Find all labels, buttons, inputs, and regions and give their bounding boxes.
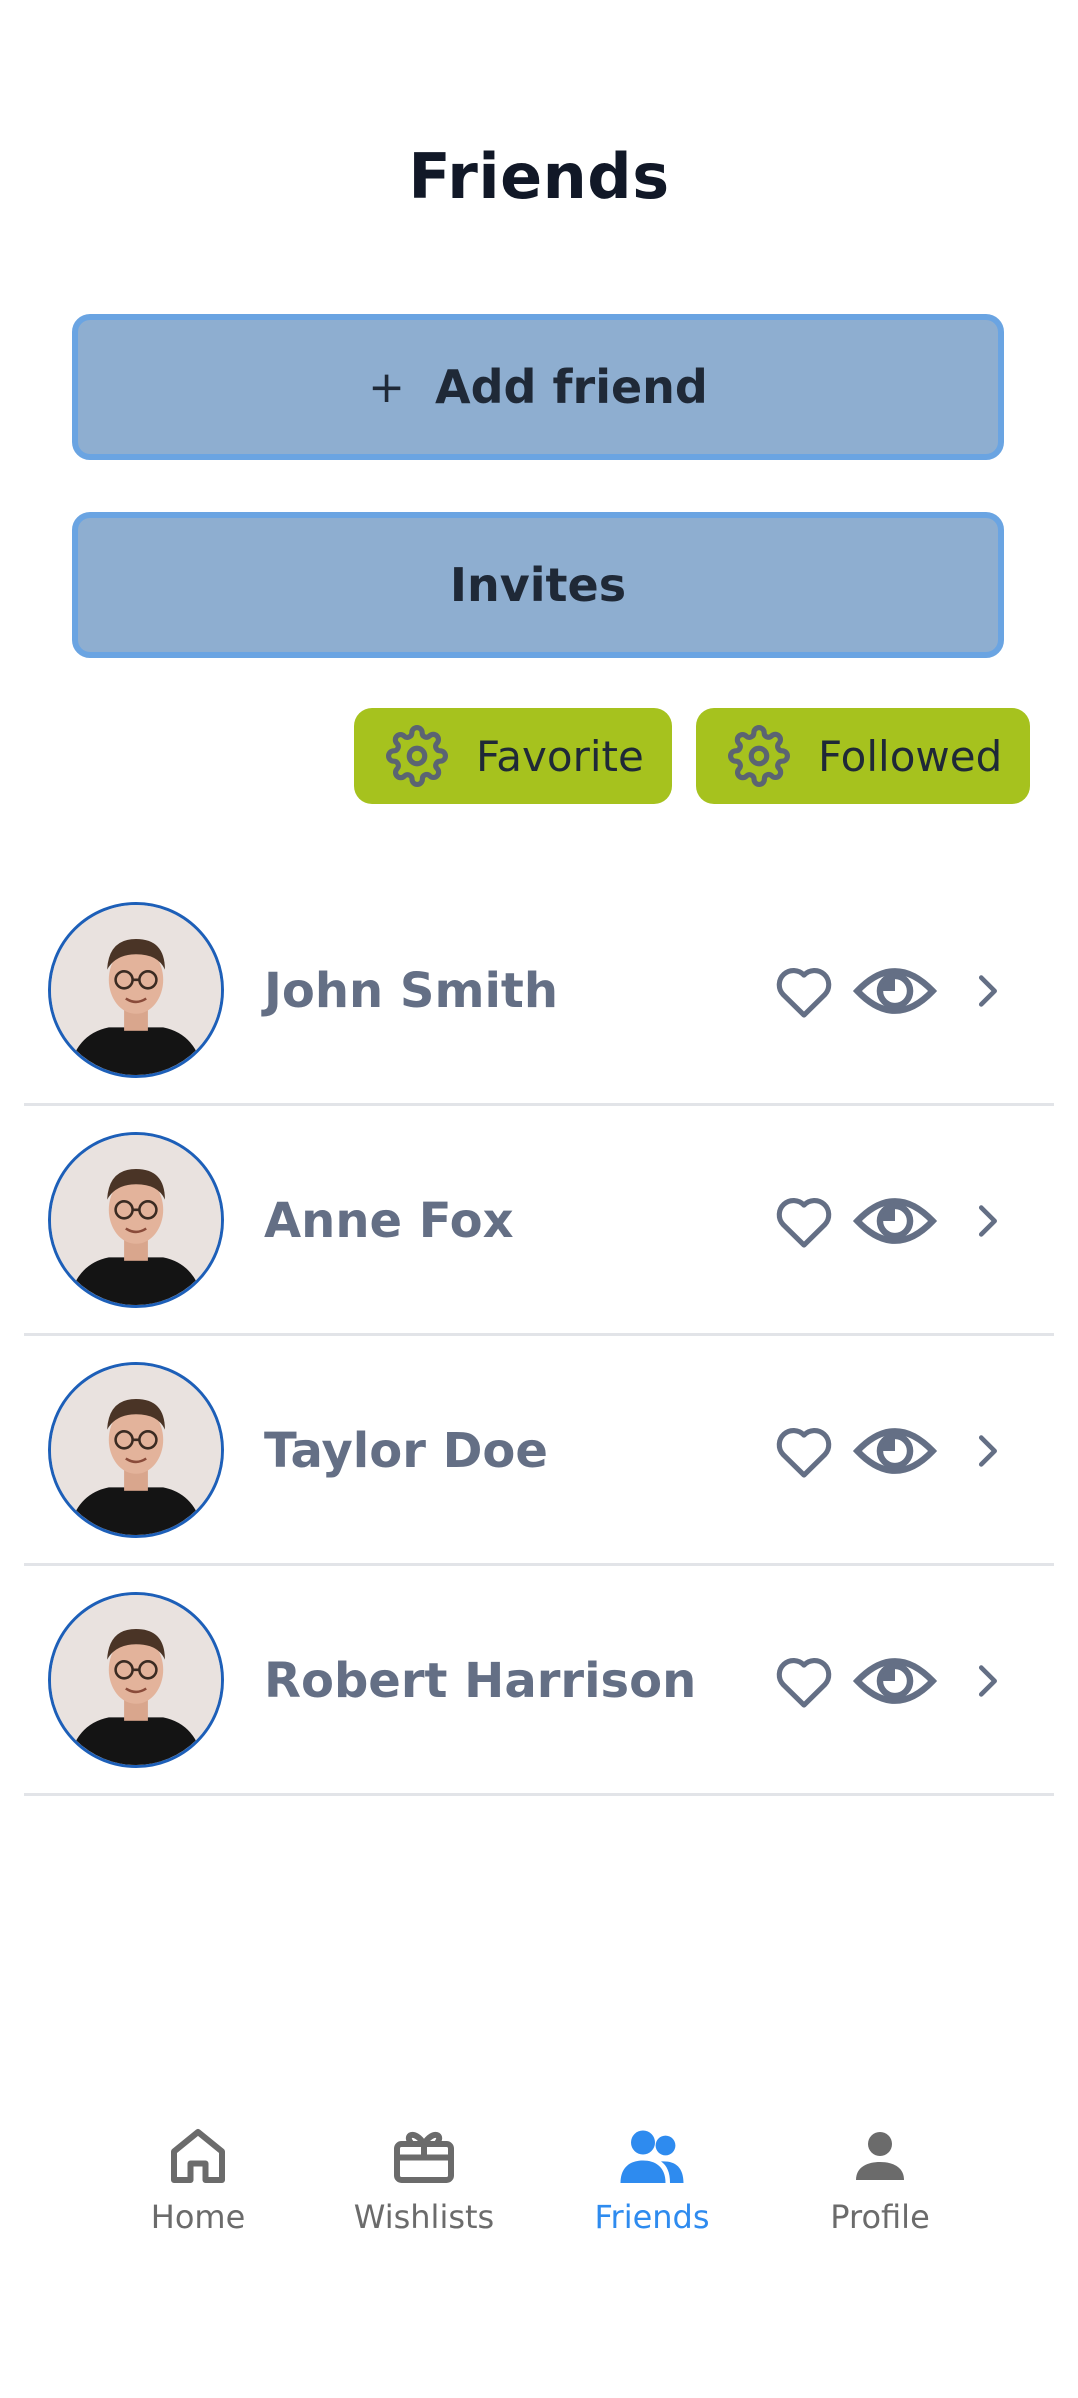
heart-icon[interactable] [770, 1187, 838, 1255]
friends-icon [620, 2130, 684, 2183]
home-icon [171, 2129, 225, 2183]
nav-label: Friends [594, 2198, 710, 2236]
invites-button[interactable]: Invites [72, 512, 1004, 658]
gear-icon [728, 725, 790, 787]
chevron-right-icon[interactable] [964, 1658, 1010, 1704]
nav-home[interactable]: Home [98, 2120, 298, 2236]
friend-list: John Smith Anne Fox Taylor Doe Robert Ha… [24, 876, 1054, 1796]
eye-icon[interactable] [852, 1638, 938, 1724]
avatar [48, 902, 224, 1078]
nav-label: Wishlists [353, 2198, 495, 2236]
avatar [48, 1592, 224, 1768]
avatar [48, 1362, 224, 1538]
row-actions [770, 1106, 1010, 1336]
eye-icon[interactable] [852, 948, 938, 1034]
chevron-right-icon[interactable] [964, 968, 1010, 1014]
eye-icon[interactable] [852, 1178, 938, 1264]
heart-icon[interactable] [770, 1417, 838, 1485]
friends-screen: Friends + Add friend Invites Favorite Fo… [0, 0, 1078, 2398]
person-icon [856, 2132, 904, 2180]
followed-filter-chip[interactable]: Followed [696, 708, 1030, 804]
row-actions [770, 876, 1010, 1106]
friend-name: Anne Fox [264, 1193, 514, 1249]
nav-friends[interactable]: Friends [552, 2120, 752, 2236]
friend-row[interactable]: Anne Fox [24, 1106, 1054, 1336]
nav-label: Profile [830, 2198, 930, 2236]
heart-icon[interactable] [770, 1647, 838, 1715]
favorite-filter-label: Favorite [476, 731, 644, 781]
friend-name: Robert Harrison [264, 1653, 697, 1709]
followed-filter-label: Followed [818, 731, 1003, 781]
add-friend-button[interactable]: + Add friend [72, 314, 1004, 460]
page-title: Friends [408, 140, 670, 213]
row-actions [770, 1566, 1010, 1796]
friend-row[interactable]: John Smith [24, 876, 1054, 1106]
nav-wishlists[interactable]: Wishlists [324, 2120, 524, 2236]
friend-row[interactable]: Taylor Doe [24, 1336, 1054, 1566]
eye-icon[interactable] [852, 1408, 938, 1494]
friend-name: John Smith [264, 963, 559, 1019]
chevron-right-icon[interactable] [964, 1428, 1010, 1474]
heart-icon[interactable] [770, 957, 838, 1025]
invites-label: Invites [449, 558, 627, 612]
add-friend-label: Add friend [435, 360, 708, 414]
nav-profile[interactable]: Profile [780, 2120, 980, 2236]
gear-icon [386, 725, 448, 787]
favorite-filter-chip[interactable]: Favorite [354, 708, 672, 804]
nav-label: Home [150, 2198, 246, 2236]
gift-icon [394, 2132, 454, 2183]
avatar [48, 1132, 224, 1308]
friend-name: Taylor Doe [264, 1423, 548, 1479]
friend-row[interactable]: Robert Harrison [24, 1566, 1054, 1796]
plus-icon: + [368, 361, 406, 413]
row-actions [770, 1336, 1010, 1566]
bottom-nav: Home Wishlists Friends Profile [0, 2120, 1078, 2280]
chevron-right-icon[interactable] [964, 1198, 1010, 1244]
